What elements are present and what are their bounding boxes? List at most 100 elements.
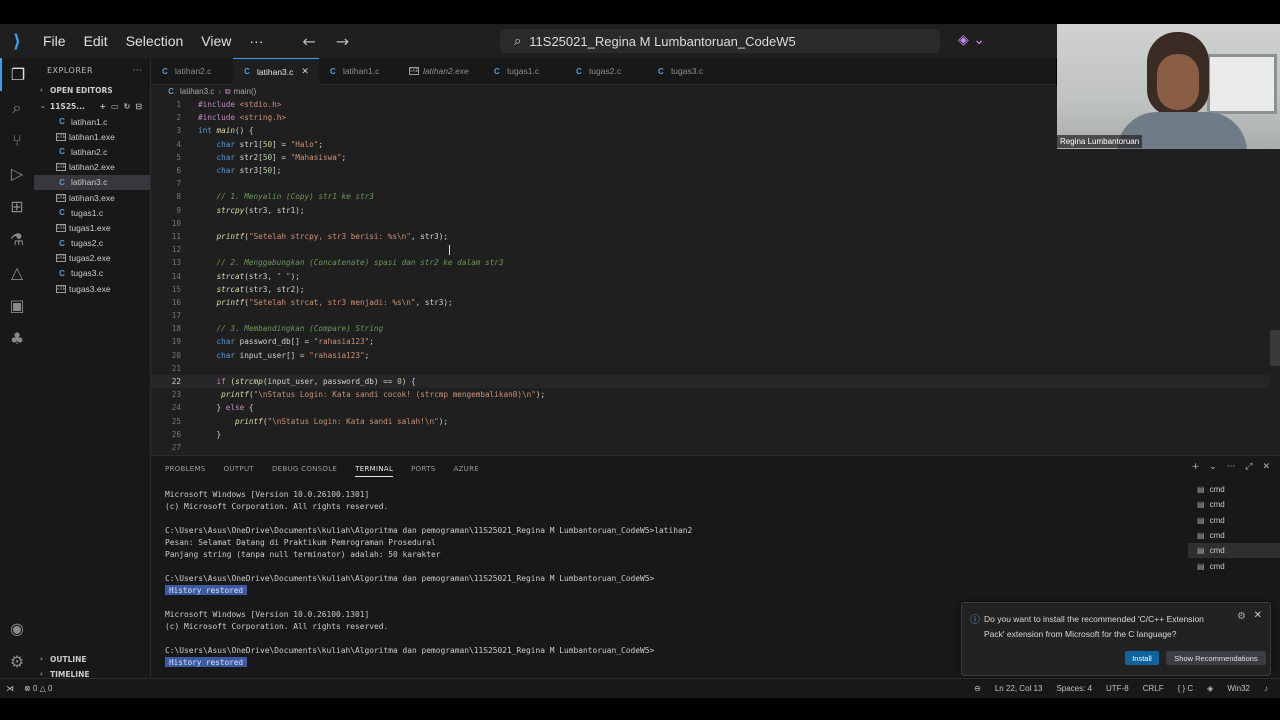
terminal-instance[interactable]: ▤ cmd bbox=[1188, 528, 1280, 543]
tab-close-icon[interactable]: ✕ bbox=[301, 66, 309, 77]
panel-tab-ports[interactable]: PORTS bbox=[411, 465, 435, 473]
azure-icon[interactable]: △ bbox=[0, 256, 34, 289]
command-center-search[interactable]: ⌕ 11S25021_Regina M Lumbantoruan_CodeW5 bbox=[500, 29, 940, 53]
panel-tab-problems[interactable]: PROBLEMS bbox=[165, 465, 206, 473]
platform[interactable]: Win32 bbox=[1227, 684, 1250, 693]
code-line[interactable]: 7 bbox=[151, 177, 1280, 190]
explorer-more-button[interactable]: ··· bbox=[133, 66, 142, 75]
tab-latihan2-exe[interactable]: EXE latihan2.exe bbox=[401, 58, 483, 85]
file-item[interactable]: EXE tugas3.exe bbox=[34, 281, 150, 296]
file-item[interactable]: EXE latihan1.exe bbox=[34, 129, 150, 144]
remote-explorer-icon[interactable]: ▣ bbox=[0, 289, 34, 322]
testing-icon[interactable]: ⚗ bbox=[0, 223, 34, 256]
file-item[interactable]: Ctugas2.c bbox=[34, 236, 150, 251]
new-folder-icon[interactable]: ▭ bbox=[111, 102, 119, 111]
code-line[interactable]: 22 if (strcmp(input_user, password_db) =… bbox=[151, 374, 1280, 389]
code-line[interactable]: 19 char password_db[] = "rahasia123"; bbox=[151, 335, 1280, 348]
terminal-instance[interactable]: ▤ cmd bbox=[1188, 558, 1280, 573]
tab-tugas2-c[interactable]: Ctugas2.c bbox=[565, 58, 647, 85]
manage-gear-icon[interactable]: ⚙ bbox=[0, 645, 34, 678]
code-line[interactable]: 20 char input_user[] = "rahasia123"; bbox=[151, 349, 1280, 362]
breadcrumb-file[interactable]: latihan3.c bbox=[180, 87, 214, 96]
new-file-icon[interactable]: + bbox=[99, 102, 106, 111]
workspace-root[interactable]: ⌄ 11S25... + ▭ ↻ ⊟ bbox=[34, 98, 150, 114]
code-line[interactable]: 11 printf("Setelah strcpy, str3 berisi: … bbox=[151, 230, 1280, 243]
terminal-instance[interactable]: ▤ cmd bbox=[1188, 543, 1280, 559]
file-item[interactable]: EXE tugas1.exe bbox=[34, 220, 150, 235]
terminal-instance[interactable]: ▤ cmd bbox=[1188, 497, 1280, 512]
forward-arrow-icon[interactable]: → bbox=[326, 32, 359, 51]
zoom-icon[interactable]: ⊖ bbox=[974, 684, 981, 693]
notification-close-icon[interactable]: ✕ bbox=[1254, 610, 1262, 621]
file-item[interactable]: EXE latihan3.exe bbox=[34, 190, 150, 205]
file-item[interactable]: Ctugas3.c bbox=[34, 266, 150, 281]
code-line[interactable]: 18 // 3. Membandingkan (Compare) String bbox=[151, 322, 1280, 335]
notifications-bell-icon[interactable]: ♪ bbox=[1264, 684, 1268, 693]
terminal-instance[interactable]: ▤ cmd bbox=[1188, 513, 1280, 528]
editor-scroll-thumb[interactable] bbox=[1270, 330, 1280, 366]
account-icon[interactable]: ◉ bbox=[0, 612, 34, 645]
file-item[interactable]: Ctugas1.c bbox=[34, 205, 150, 220]
file-item[interactable]: EXE tugas2.exe bbox=[34, 251, 150, 266]
source-control-icon[interactable]: ⑂ bbox=[0, 124, 34, 157]
breadcrumb-symbol[interactable]: main() bbox=[234, 87, 257, 96]
maximize-panel-icon[interactable]: ⤢ bbox=[1245, 462, 1252, 472]
code-line[interactable]: 9 strcpy(str3, str1); bbox=[151, 204, 1280, 217]
panel-tab-output[interactable]: OUTPUT bbox=[224, 465, 254, 473]
cursor-position[interactable]: Ln 22, Col 13 bbox=[995, 684, 1043, 693]
run-debug-icon[interactable]: ▷ bbox=[0, 157, 34, 190]
file-item[interactable]: EXE latihan2.exe bbox=[34, 160, 150, 175]
code-line[interactable]: 13 // 2. Menggabungkan (Concatenate) spa… bbox=[151, 256, 1280, 269]
code-line[interactable]: 15 strcat(str3, str2); bbox=[151, 283, 1280, 296]
code-line[interactable]: 10 bbox=[151, 217, 1280, 230]
file-item[interactable]: Clatihan3.c bbox=[34, 174, 150, 190]
tab-latihan2-c[interactable]: Clatihan2.c bbox=[151, 58, 233, 85]
remote-icon[interactable]: ⋊ bbox=[6, 684, 14, 693]
menu-file[interactable]: File bbox=[34, 33, 75, 49]
terminal-instance[interactable]: ▤ cmd bbox=[1188, 482, 1280, 497]
problems-indicator[interactable]: ⊗ 0 △ 0 bbox=[24, 684, 52, 693]
code-line[interactable]: 8 // 1. Menyalin (Copy) str1 ke str3 bbox=[151, 190, 1280, 203]
line-ending[interactable]: CRLF bbox=[1143, 684, 1164, 693]
code-editor[interactable]: 1 #include <stdio.h> 2 #include <string.h> 3… bbox=[151, 98, 1280, 455]
code-line[interactable]: 5 char str2[50] = "Mahasiswa"; bbox=[151, 151, 1280, 164]
code-line[interactable]: 26 } bbox=[151, 428, 1280, 441]
code-line[interactable]: 12 bbox=[151, 243, 1280, 256]
search-icon[interactable]: ⌕ bbox=[0, 91, 34, 124]
open-editors-section[interactable]: › OPEN EDITORS bbox=[34, 82, 150, 98]
menu-selection[interactable]: Selection bbox=[117, 33, 193, 49]
install-button[interactable]: Install bbox=[1125, 651, 1159, 665]
tab-latihan1-c[interactable]: Clatihan1.c bbox=[319, 58, 401, 85]
menu-edit[interactable]: Edit bbox=[75, 33, 117, 49]
encoding[interactable]: UTF-8 bbox=[1106, 684, 1129, 693]
file-item[interactable]: Clatihan2.c bbox=[34, 144, 150, 159]
indentation[interactable]: Spaces: 4 bbox=[1056, 684, 1092, 693]
code-line[interactable]: 21 bbox=[151, 362, 1280, 375]
code-line[interactable]: 16 printf("Setelah strcat, str3 menjadi:… bbox=[151, 296, 1280, 309]
explorer-icon[interactable]: ❐ bbox=[0, 58, 34, 91]
language-mode[interactable]: { } C bbox=[1178, 684, 1194, 693]
new-terminal-icon[interactable]: + bbox=[1192, 462, 1200, 472]
copilot-icon[interactable]: ◈ ⌄ bbox=[958, 32, 985, 48]
panel-tab-terminal[interactable]: TERMINAL bbox=[355, 461, 394, 477]
extension-panel-icon[interactable]: ♣ bbox=[0, 322, 34, 355]
code-line[interactable]: 23 printf("\nStatus Login: Kata sandi co… bbox=[151, 388, 1280, 401]
collapse-all-icon[interactable]: ⊟ bbox=[135, 102, 142, 111]
panel-tab-azure[interactable]: AZURE bbox=[453, 465, 479, 473]
terminal-dropdown-icon[interactable]: ⌄ bbox=[1209, 462, 1217, 472]
code-line[interactable]: 17 bbox=[151, 309, 1280, 322]
code-line[interactable]: 6 char str3[50]; bbox=[151, 164, 1280, 177]
panel-more-icon[interactable]: ··· bbox=[1227, 462, 1236, 472]
tab-tugas3-c[interactable]: Ctugas3.c bbox=[647, 58, 729, 85]
copilot-status-icon[interactable]: ◈ bbox=[1207, 684, 1213, 693]
code-line[interactable]: 25 printf("\nStatus Login: Kata sandi sa… bbox=[151, 415, 1280, 428]
code-line[interactable]: 27 bbox=[151, 441, 1280, 454]
tab-latihan3-c[interactable]: Clatihan3.c ✕ bbox=[233, 57, 319, 85]
code-line[interactable]: 14 strcat(str3, " "); bbox=[151, 269, 1280, 282]
file-item[interactable]: Clatihan1.c bbox=[34, 114, 150, 129]
code-line[interactable]: 24 } else { bbox=[151, 401, 1280, 414]
editor-scrollbar[interactable] bbox=[1270, 98, 1280, 455]
show-recommendations-button[interactable]: Show Recommendations bbox=[1166, 651, 1266, 665]
menu-more-button[interactable]: ··· bbox=[240, 33, 272, 49]
refresh-icon[interactable]: ↻ bbox=[124, 102, 131, 111]
